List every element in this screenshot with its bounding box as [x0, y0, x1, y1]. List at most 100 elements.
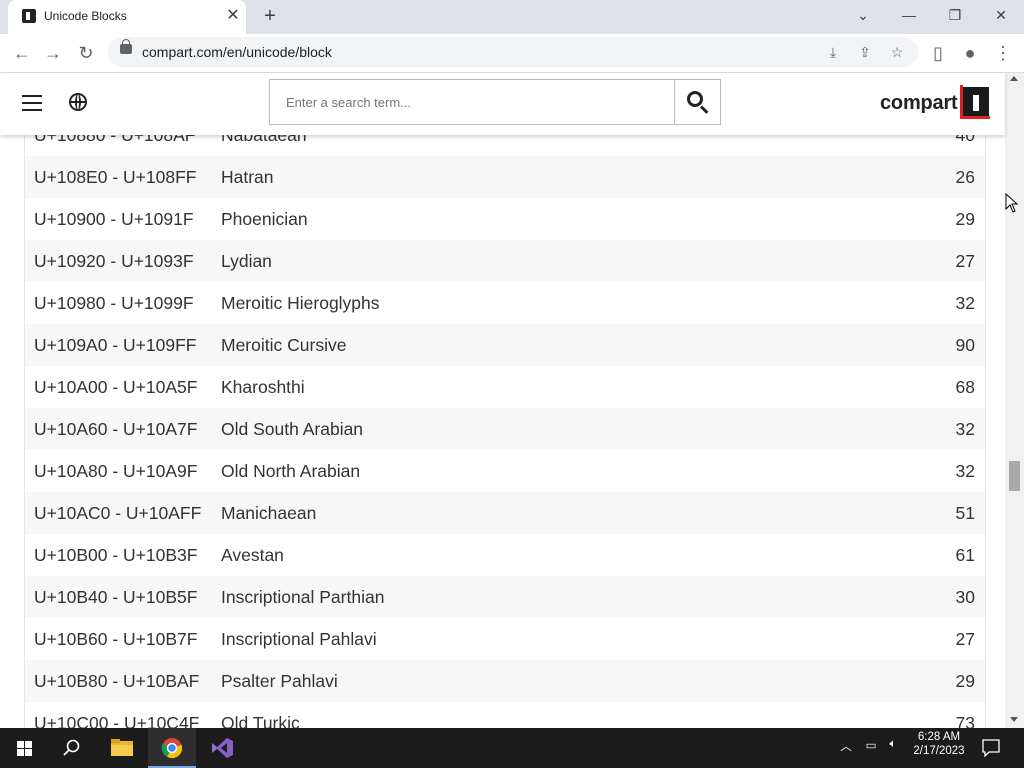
block-range: U+109A0 - U+109FF	[34, 335, 197, 355]
minimize-button[interactable]: —	[895, 4, 923, 26]
install-icon[interactable]: ⤓	[822, 41, 844, 63]
visual-studio-button[interactable]	[198, 728, 246, 768]
chrome-icon	[161, 738, 183, 759]
block-name[interactable]: Hatran	[221, 167, 274, 188]
url-text[interactable]: compart.com/en/unicode/block	[142, 44, 332, 60]
block-character-count: 27	[955, 251, 975, 271]
table-row[interactable]: U+10980 - U+1099F Meroitic Hieroglyphs 32	[25, 282, 985, 324]
block-range: U+10980 - U+1099F	[34, 293, 194, 313]
block-name[interactable]: Manichaean	[221, 503, 316, 524]
close-tab-icon[interactable]: ✕	[224, 7, 242, 25]
table-row[interactable]: U+10B80 - U+10BAF Psalter Pahlavi 29	[25, 660, 985, 702]
search-button[interactable]	[674, 80, 721, 124]
table-row[interactable]: U+10B40 - U+10B5F Inscriptional Parthian 3…	[25, 576, 985, 618]
block-range: U+10920 - U+1093F	[34, 251, 194, 271]
table-row[interactable]: U+10C00 - U+10C4F Old Turkic 73	[25, 702, 985, 728]
close-window-button[interactable]: ✕	[987, 4, 1015, 26]
block-name[interactable]: Inscriptional Pahlavi	[221, 629, 377, 650]
address-bar[interactable]: compart.com/en/unicode/block ⤓ ⇪ ☆	[108, 37, 918, 67]
browser-menu-icon[interactable]: ⋮	[990, 40, 1016, 66]
compart-logo-text[interactable]: compart	[880, 92, 958, 115]
table-row[interactable]: U+10AC0 - U+10AFF Manichaean 51	[25, 492, 985, 534]
table-row[interactable]: U+108E0 - U+108FF Hatran 26	[25, 156, 985, 198]
start-button[interactable]	[0, 728, 48, 768]
browser-tab[interactable]: Unicode Blocks ✕	[8, 0, 246, 34]
table-row[interactable]: U+10920 - U+1093F Lydian 27	[25, 240, 985, 282]
bookmark-star-icon[interactable]: ☆	[886, 41, 908, 63]
search-box	[269, 79, 721, 125]
block-character-count: 73	[955, 713, 975, 728]
block-character-count: 27	[955, 629, 975, 649]
tab-search-chevron-icon[interactable]: ⌄	[849, 4, 877, 26]
block-character-count: 90	[955, 335, 975, 355]
show-hidden-icons-chevron-icon[interactable]: ︿	[838, 738, 854, 754]
block-range: U+10A80 - U+10A9F	[34, 461, 198, 481]
block-range: U+10B40 - U+10B5F	[34, 587, 198, 607]
globe-language-icon[interactable]	[69, 93, 87, 111]
block-name[interactable]: Old North Arabian	[221, 461, 360, 482]
unicode-blocks-table: U+10880 - U+108AF Nabataean 40 U+108E0 - U+…	[24, 114, 986, 728]
table-row[interactable]: U+109A0 - U+109FF Meroitic Cursive 90	[25, 324, 985, 366]
windows-logo-icon	[17, 741, 32, 756]
block-character-count: 68	[955, 377, 975, 397]
table-row[interactable]: U+10A00 - U+10A5F Kharoshthi 68	[25, 366, 985, 408]
clock[interactable]: 6:28 AM 2/17/2023	[906, 731, 972, 757]
table-row[interactable]: U+10A60 - U+10A7F Old South Arabian 32	[25, 408, 985, 450]
volume-icon[interactable]: 🔈︎	[884, 738, 902, 751]
windows-taskbar: ︿ ▭ 🔈︎ 6:28 AM 2/17/2023	[0, 728, 1024, 768]
block-name[interactable]: Avestan	[221, 545, 284, 566]
folder-icon	[111, 739, 133, 756]
profile-avatar-icon[interactable]: ●	[957, 40, 983, 66]
reload-icon[interactable]: ↻	[73, 40, 99, 66]
clock-date: 2/17/2023	[913, 745, 965, 757]
block-character-count: 32	[955, 461, 975, 481]
block-range: U+10900 - U+1091F	[34, 209, 194, 229]
search-input[interactable]	[270, 80, 674, 124]
block-range: U+10B60 - U+10B7F	[34, 629, 198, 649]
block-name[interactable]: Old South Arabian	[221, 419, 363, 440]
block-range: U+108E0 - U+108FF	[34, 167, 197, 187]
notifications-icon[interactable]	[982, 739, 1000, 757]
block-range: U+10C00 - U+10C4F	[34, 713, 200, 728]
browser-tab-strip: Unicode Blocks ✕ + ⌄ — ❐ ✕	[0, 0, 1024, 34]
lock-icon[interactable]	[120, 39, 132, 54]
scrollbar-thumb[interactable]	[1009, 461, 1020, 491]
table-row[interactable]: U+10A80 - U+10A9F Old North Arabian 32	[25, 450, 985, 492]
block-character-count: 29	[955, 209, 975, 229]
scroll-down-arrow-icon[interactable]	[1010, 717, 1018, 722]
block-name[interactable]: Phoenician	[221, 209, 308, 230]
browser-toolbar: ← → ↻ compart.com/en/unicode/block ⤓ ⇪ ☆…	[0, 34, 1024, 73]
visual-studio-icon	[212, 738, 233, 758]
table-row[interactable]: U+10B00 - U+10B3F Avestan 61	[25, 534, 985, 576]
block-range: U+10A00 - U+10A5F	[34, 377, 198, 397]
scroll-up-arrow-icon[interactable]	[1010, 76, 1018, 81]
compart-logo-mark[interactable]	[960, 85, 990, 119]
block-range: U+10AC0 - U+10AFF	[34, 503, 202, 523]
tab-title: Unicode Blocks	[44, 9, 127, 23]
side-panel-icon[interactable]: ▯	[925, 40, 951, 66]
block-character-count: 51	[955, 503, 975, 523]
taskbar-search-button[interactable]	[48, 728, 96, 768]
block-name[interactable]: Meroitic Cursive	[221, 335, 346, 356]
block-range: U+10B80 - U+10BAF	[34, 671, 200, 691]
restore-button[interactable]: ❐	[941, 4, 969, 26]
block-name[interactable]: Inscriptional Parthian	[221, 587, 384, 608]
block-name[interactable]: Psalter Pahlavi	[221, 671, 338, 692]
network-icon[interactable]: ▭	[862, 738, 880, 752]
block-name[interactable]: Old Turkic	[221, 713, 300, 728]
forward-arrow-icon[interactable]: →	[40, 40, 66, 66]
block-name[interactable]: Lydian	[221, 251, 272, 272]
block-name[interactable]: Kharoshthi	[221, 377, 305, 398]
page-scrollbar[interactable]	[1005, 73, 1024, 728]
hamburger-menu-icon[interactable]	[22, 95, 42, 111]
share-icon[interactable]: ⇪	[854, 41, 876, 63]
chrome-taskbar-button[interactable]	[148, 728, 196, 768]
table-row[interactable]: U+10900 - U+1091F Phoenician 29	[25, 198, 985, 240]
back-arrow-icon[interactable]: ←	[9, 40, 35, 66]
block-name[interactable]: Meroitic Hieroglyphs	[221, 293, 380, 314]
block-character-count: 32	[955, 419, 975, 439]
file-explorer-button[interactable]	[98, 728, 146, 768]
new-tab-button[interactable]: +	[260, 5, 280, 27]
table-row[interactable]: U+10B60 - U+10B7F Inscriptional Pahlavi 27	[25, 618, 985, 660]
block-character-count: 61	[955, 545, 975, 565]
